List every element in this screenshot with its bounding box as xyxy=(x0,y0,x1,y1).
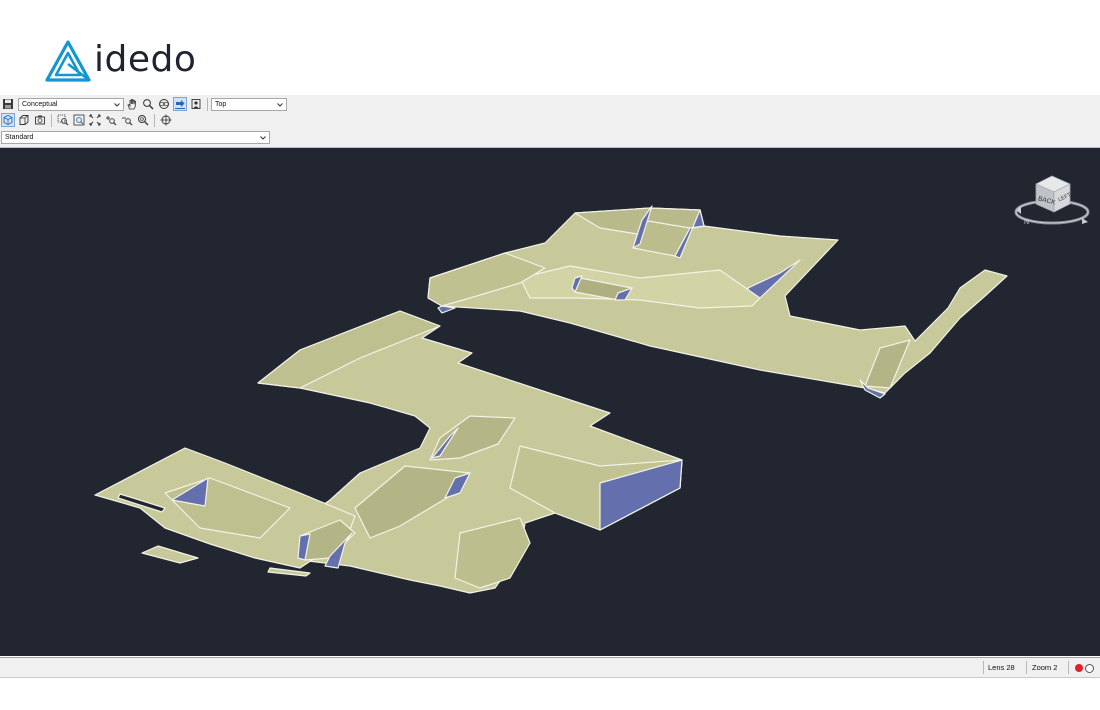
camera-icon[interactable] xyxy=(33,113,47,127)
fit-all-icon[interactable] xyxy=(88,113,102,127)
chevron-down-icon xyxy=(114,102,120,107)
lower-small-pad[interactable] xyxy=(141,545,199,564)
brand-header: idedo xyxy=(0,0,1100,95)
upper-blue-wall xyxy=(437,305,456,314)
tunnel-model[interactable] xyxy=(0,148,1100,656)
toolbar-separator xyxy=(207,97,208,111)
compass-arrow-icon xyxy=(1082,218,1088,224)
target-icon[interactable] xyxy=(159,113,173,127)
idle-indicator-icon[interactable] xyxy=(1085,664,1094,673)
view-select[interactable]: Top xyxy=(211,97,287,111)
box-face-icon[interactable] xyxy=(17,113,31,127)
zoom-icon[interactable] xyxy=(141,97,155,111)
toolbar-separator xyxy=(51,113,52,127)
zoom-readout: Zoom 2 xyxy=(1032,663,1058,672)
view-cube[interactable]: BACK LEFT N xyxy=(1012,174,1094,230)
lower-small-strip xyxy=(267,567,311,577)
status-bar: Lens 28 Zoom 2 xyxy=(0,657,1100,678)
brand-name: idedo xyxy=(94,39,197,80)
visual-style-value: Conceptual xyxy=(22,100,58,108)
zoom-search-icon[interactable] xyxy=(136,113,150,127)
display-style-select[interactable]: Standard xyxy=(1,130,270,144)
zoom-window-icon[interactable] xyxy=(56,113,70,127)
navigation-toolbar: Conceptual Top Standard xyxy=(0,95,1100,148)
chevron-down-icon xyxy=(260,135,266,140)
display-style-value: Standard xyxy=(5,133,34,141)
zoom-out-icon[interactable] xyxy=(120,113,134,127)
toolbar-row-3: Standard xyxy=(0,129,270,145)
status-divider xyxy=(1026,661,1027,674)
compass-n-label: N xyxy=(1024,219,1029,226)
toolbar-row-2 xyxy=(0,112,174,128)
status-divider xyxy=(1068,661,1069,674)
status-divider xyxy=(983,661,984,674)
toolbar-row-1: Conceptual Top xyxy=(0,96,287,112)
orbit-icon[interactable] xyxy=(157,97,171,111)
record-indicator-icon[interactable] xyxy=(1075,664,1083,672)
pan-hand-icon[interactable] xyxy=(125,97,139,111)
lens-readout: Lens 28 xyxy=(988,663,1015,672)
visual-style-select[interactable]: Conceptual xyxy=(18,97,124,111)
logo-triangle-icon xyxy=(45,40,91,82)
toolbar-separator xyxy=(154,113,155,127)
save-icon[interactable] xyxy=(1,97,15,111)
walk-icon[interactable] xyxy=(173,97,187,111)
zoom-extents-icon[interactable] xyxy=(72,113,86,127)
view-value: Top xyxy=(215,100,227,108)
view-cube-icon[interactable] xyxy=(1,113,15,127)
fly-icon[interactable] xyxy=(189,97,203,111)
3d-viewport[interactable]: BACK LEFT N xyxy=(0,148,1100,656)
chevron-down-icon xyxy=(277,102,283,107)
zoom-in-icon[interactable] xyxy=(104,113,118,127)
